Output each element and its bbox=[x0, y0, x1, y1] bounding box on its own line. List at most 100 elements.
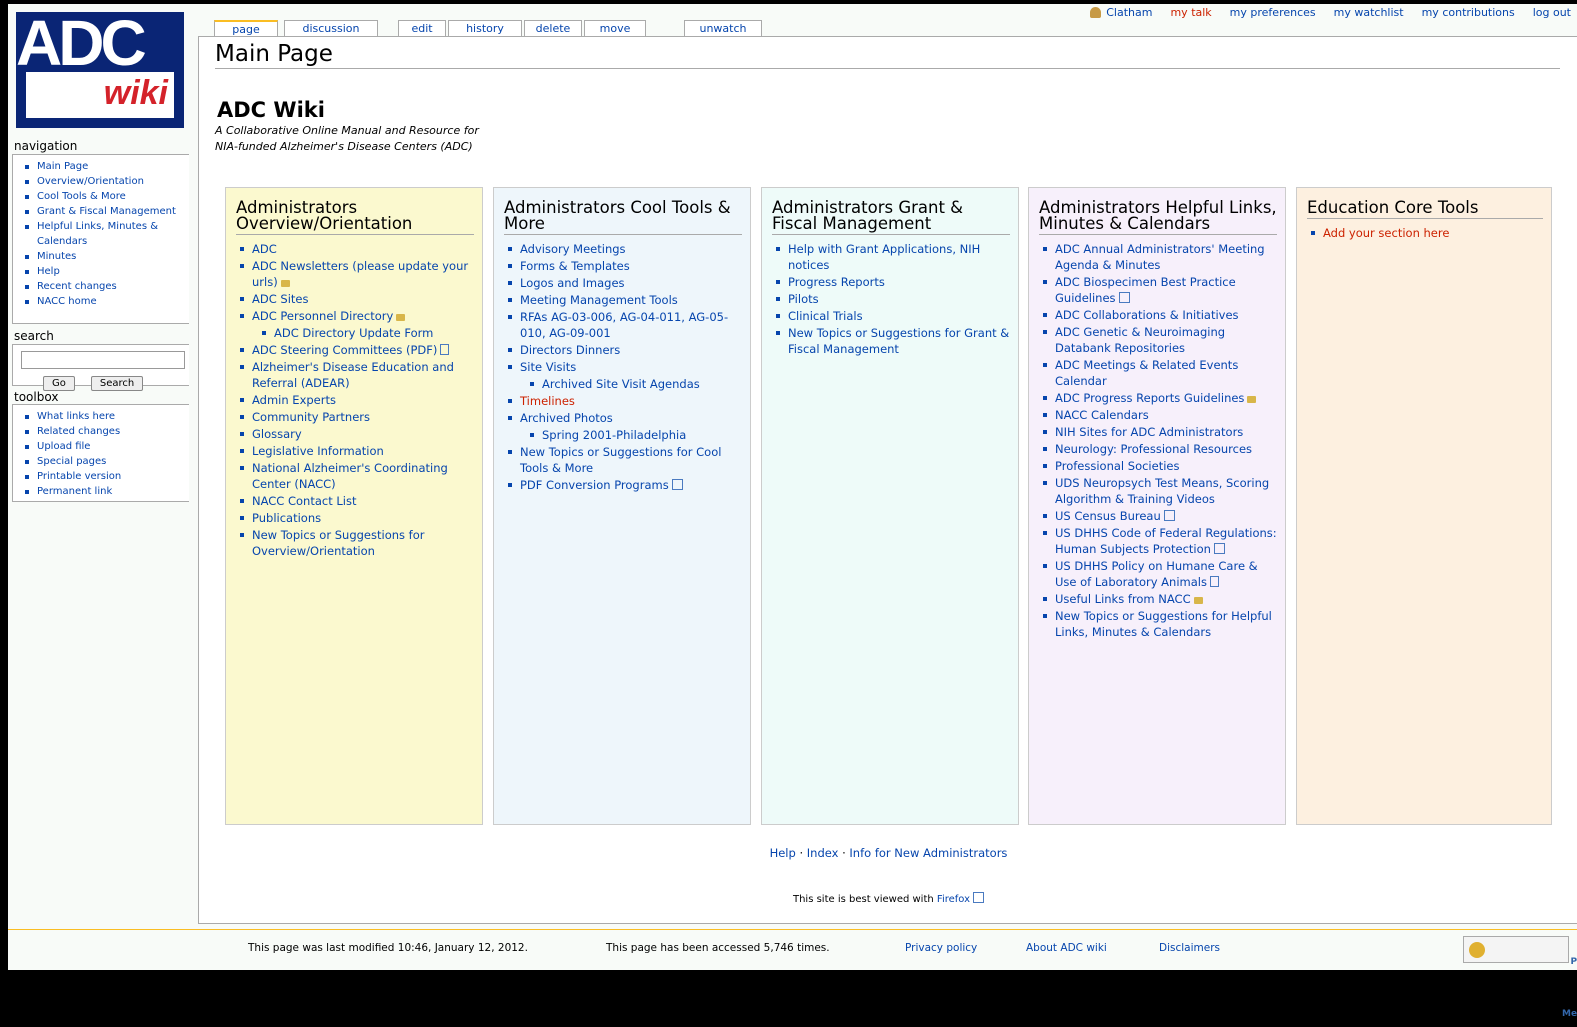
toolbox-item[interactable]: Upload file bbox=[23, 439, 189, 454]
section-link[interactable]: ADC Personnel Directory bbox=[252, 309, 393, 323]
tab-unwatch[interactable]: unwatch bbox=[684, 20, 762, 37]
list-item: Spring 2001-Philadelphia bbox=[530, 427, 742, 443]
section-link[interactable]: Progress Reports bbox=[788, 275, 885, 289]
section-title: Education Core Tools bbox=[1307, 199, 1543, 219]
go-button[interactable]: Go bbox=[43, 376, 75, 391]
toolbox-item[interactable]: Related changes bbox=[23, 424, 189, 439]
sidebar-nav-item[interactable]: Cool Tools & More bbox=[23, 189, 189, 204]
sidebar-nav-item[interactable]: NACC home bbox=[23, 294, 189, 309]
section-link[interactable]: Archived Photos bbox=[520, 411, 613, 425]
section-link[interactable]: Forms & Templates bbox=[520, 259, 630, 273]
section-link[interactable]: Timelines bbox=[520, 394, 575, 408]
section-link[interactable]: Directors Dinners bbox=[520, 343, 620, 357]
section-link[interactable]: ADC Steering Committees (PDF) bbox=[252, 343, 437, 357]
tab-discussion[interactable]: discussion bbox=[284, 20, 378, 37]
section-link[interactable]: Archived Site Visit Agendas bbox=[542, 377, 700, 391]
section-link[interactable]: ADC Biospecimen Best Practice Guidelines bbox=[1055, 275, 1236, 305]
sidebar-nav-item[interactable]: Recent changes bbox=[23, 279, 189, 294]
section-link[interactable]: New Topics or Suggestions for Cool Tools… bbox=[520, 445, 721, 475]
section-link[interactable]: New Topics or Suggestions for Helpful Li… bbox=[1055, 609, 1272, 639]
section-link[interactable]: PDF Conversion Programs bbox=[520, 478, 669, 492]
logo-wiki-text: wiki bbox=[103, 74, 168, 112]
privacy-policy-link[interactable]: Privacy policy bbox=[905, 942, 977, 954]
list-item: UDS Neuropsych Test Means, Scoring Algor… bbox=[1043, 475, 1277, 507]
section-link[interactable]: New Topics or Suggestions for Overview/O… bbox=[252, 528, 424, 558]
firefox-link[interactable]: Firefox bbox=[937, 894, 970, 905]
section-link[interactable]: NACC Calendars bbox=[1055, 408, 1149, 422]
section-link[interactable]: Add your section here bbox=[1323, 226, 1449, 240]
list-item: Pilots bbox=[776, 291, 1010, 307]
section-link[interactable]: ADC Sites bbox=[252, 292, 308, 306]
section-link[interactable]: Admin Experts bbox=[252, 393, 336, 407]
section-link[interactable]: Pilots bbox=[788, 292, 819, 306]
section-link[interactable]: NIH Sites for ADC Administrators bbox=[1055, 425, 1243, 439]
my-contributions-link[interactable]: my contributions bbox=[1422, 6, 1515, 19]
section-link[interactable]: Publications bbox=[252, 511, 321, 525]
my-talk-link[interactable]: my talk bbox=[1170, 6, 1211, 19]
search-input[interactable] bbox=[21, 351, 185, 369]
powered-by-mediawiki-badge[interactable]: Powered By MediaWiki bbox=[1463, 936, 1577, 1019]
section-link[interactable]: New Topics or Suggestions for Grant & Fi… bbox=[788, 326, 1009, 356]
user-link[interactable]: Clatham bbox=[1090, 6, 1152, 19]
help-link[interactable]: Help bbox=[770, 846, 796, 860]
toolbox-item[interactable]: What links here bbox=[23, 409, 189, 424]
tab-edit[interactable]: edit bbox=[398, 20, 446, 37]
section-link[interactable]: Useful Links from NACC bbox=[1055, 592, 1191, 606]
section-link[interactable]: Meeting Management Tools bbox=[520, 293, 678, 307]
section-link[interactable]: Neurology: Professional Resources bbox=[1055, 442, 1252, 456]
new-admin-info-link[interactable]: Info for New Administrators bbox=[849, 846, 1007, 860]
section-link[interactable]: US DHHS Policy on Humane Care & Use of L… bbox=[1055, 559, 1258, 589]
section-link[interactable]: Professional Societies bbox=[1055, 459, 1179, 473]
section-link[interactable]: US Census Bureau bbox=[1055, 509, 1161, 523]
section-link[interactable]: Glossary bbox=[252, 427, 302, 441]
site-logo[interactable]: ADC wiki bbox=[16, 7, 184, 128]
disclaimers-link[interactable]: Disclaimers bbox=[1159, 942, 1220, 954]
list-item: Site Visits bbox=[508, 359, 742, 375]
sidebar-nav-item[interactable]: Help bbox=[23, 264, 189, 279]
section-link[interactable]: ADC Collaborations & Initiatives bbox=[1055, 308, 1239, 322]
section-link[interactable]: Logos and Images bbox=[520, 276, 625, 290]
sidebar-nav-item[interactable]: Overview/Orientation bbox=[23, 174, 189, 189]
section-link[interactable]: NACC Contact List bbox=[252, 494, 356, 508]
section-link[interactable]: ADC Directory Update Form bbox=[274, 326, 433, 340]
section-link[interactable]: ADC bbox=[252, 242, 277, 256]
list-item: Glossary bbox=[240, 426, 474, 442]
section-link[interactable]: Community Partners bbox=[252, 410, 370, 424]
toolbox-item[interactable]: Printable version bbox=[23, 469, 189, 484]
log-out-link[interactable]: log out bbox=[1533, 6, 1571, 19]
list-item: ADC Biospecimen Best Practice Guidelines bbox=[1043, 274, 1277, 306]
about-link[interactable]: About ADC wiki bbox=[1026, 942, 1107, 954]
index-link[interactable]: Index bbox=[807, 846, 839, 860]
toolbox-item[interactable]: Permanent link bbox=[23, 484, 189, 499]
my-watchlist-link[interactable]: my watchlist bbox=[1334, 6, 1404, 19]
search-button[interactable]: Search bbox=[90, 376, 144, 391]
section-link[interactable]: Advisory Meetings bbox=[520, 242, 626, 256]
section-link[interactable]: Site Visits bbox=[520, 360, 576, 374]
sidebar-nav-item[interactable]: Main Page bbox=[23, 159, 189, 174]
section-link[interactable]: National Alzheimer's Coordinating Center… bbox=[252, 461, 448, 491]
sidebar-nav-item[interactable]: Grant & Fiscal Management bbox=[23, 204, 189, 219]
section-link[interactable]: Clinical Trials bbox=[788, 309, 863, 323]
sidebar-nav-item[interactable]: Helpful Links, Minutes & Calendars bbox=[23, 219, 189, 249]
section-link[interactable]: ADC Meetings & Related Events Calendar bbox=[1055, 358, 1238, 388]
section-link[interactable]: UDS Neuropsych Test Means, Scoring Algor… bbox=[1055, 476, 1269, 506]
sidebar-nav-item[interactable]: Minutes bbox=[23, 249, 189, 264]
section-link[interactable]: ADC Progress Reports Guidelines bbox=[1055, 391, 1244, 405]
tab-history[interactable]: history bbox=[448, 20, 522, 37]
section-link[interactable]: RFAs AG-03-006, AG-04-011, AG-05-010, AG… bbox=[520, 310, 728, 340]
section-link[interactable]: Spring 2001-Philadelphia bbox=[542, 428, 686, 442]
toolbox-item[interactable]: Special pages bbox=[23, 454, 189, 469]
tab-page[interactable]: page bbox=[214, 20, 278, 37]
personal-bar: Clatham my talk my preferences my watchl… bbox=[1090, 4, 1571, 20]
section-link[interactable]: ADC Genetic & Neuroimaging Databank Repo… bbox=[1055, 325, 1225, 355]
section-link[interactable]: Help with Grant Applications, NIH notice… bbox=[788, 242, 980, 272]
section-link[interactable]: Legislative Information bbox=[252, 444, 384, 458]
section-link[interactable]: ADC Annual Administrators' Meeting Agend… bbox=[1055, 242, 1265, 272]
my-preferences-link[interactable]: my preferences bbox=[1230, 6, 1316, 19]
tab-move[interactable]: move bbox=[584, 20, 646, 37]
section-link[interactable]: Alzheimer's Disease Education and Referr… bbox=[252, 360, 454, 390]
section-link[interactable]: US DHHS Code of Federal Regulations: Hum… bbox=[1055, 526, 1277, 556]
list-item: NACC Contact List bbox=[240, 493, 474, 509]
tab-delete[interactable]: delete bbox=[524, 20, 582, 37]
section-column: Administrators Grant & Fiscal Management… bbox=[761, 187, 1019, 825]
